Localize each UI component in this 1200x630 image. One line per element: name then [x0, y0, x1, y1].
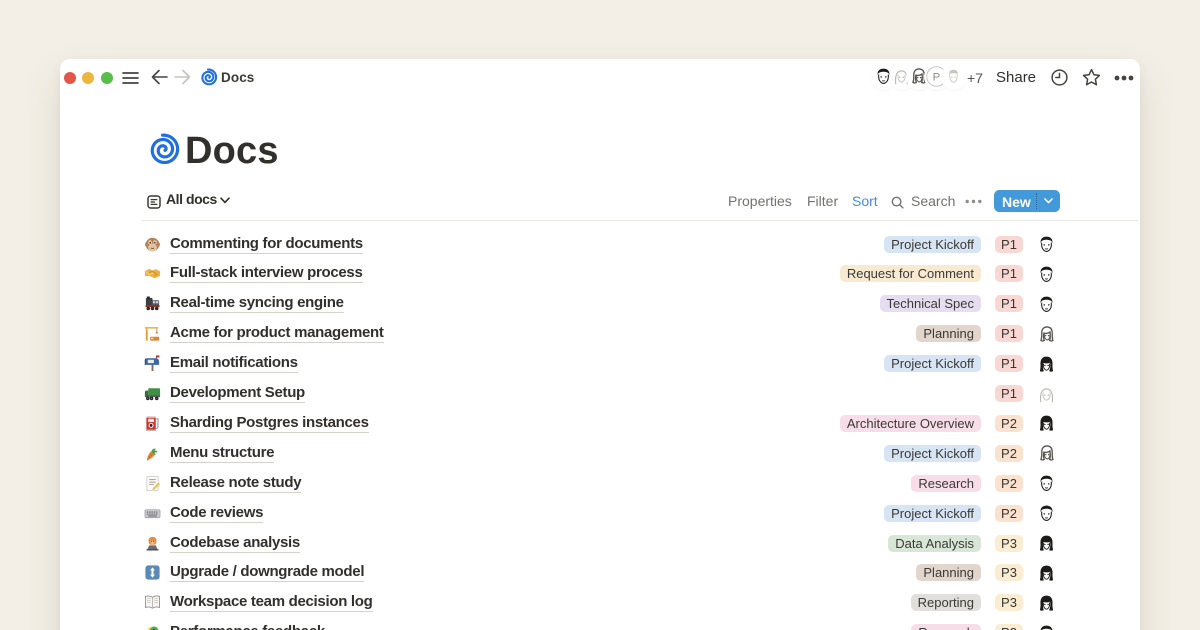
- svg-text:P: P: [932, 72, 940, 84]
